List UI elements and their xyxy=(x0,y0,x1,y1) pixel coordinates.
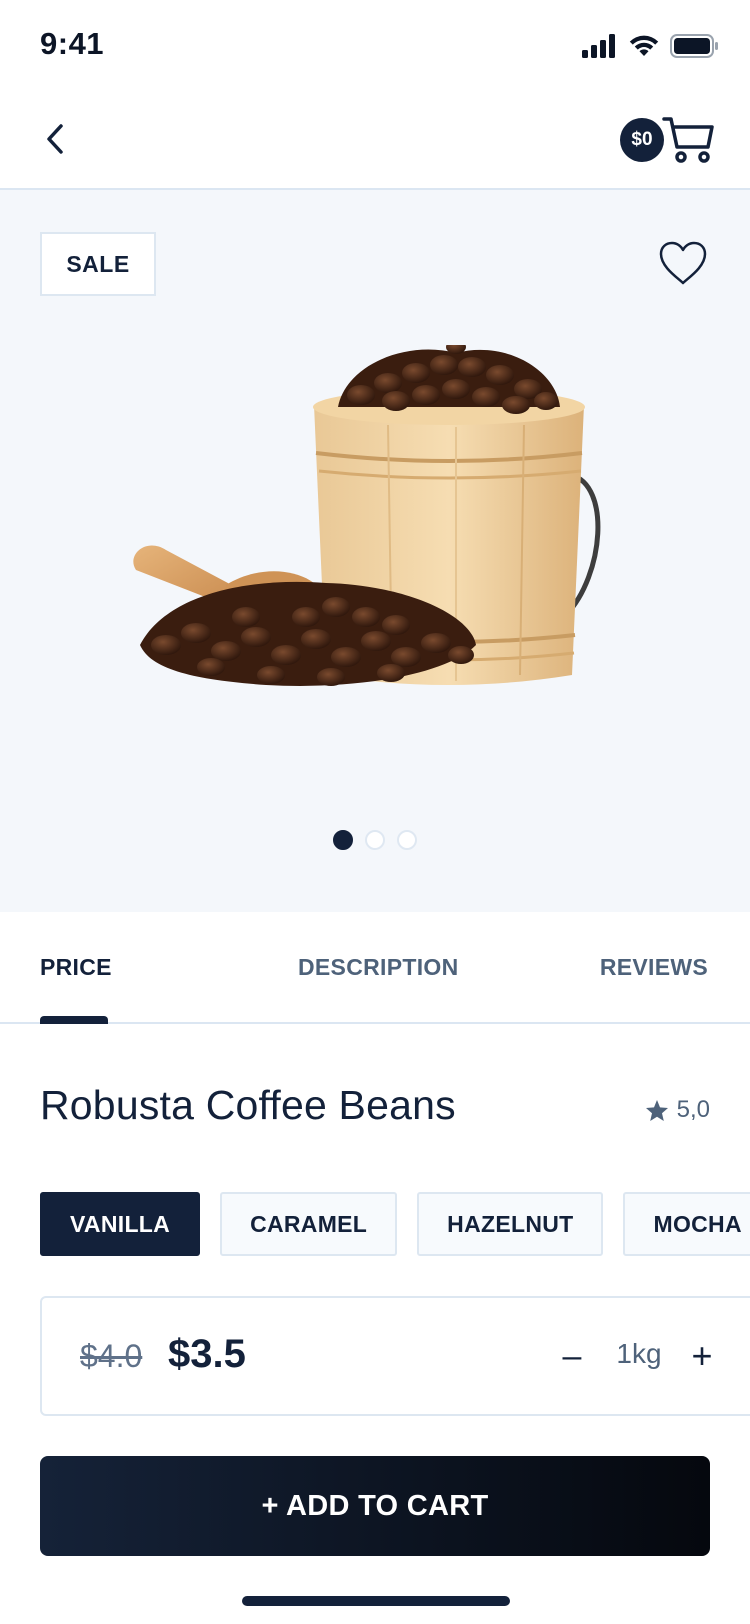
home-indicator xyxy=(242,1596,510,1606)
status-bar: 9:41 xyxy=(0,0,750,92)
flavor-options: VANILLA CARAMEL HAZELNUT MOCHA xyxy=(40,1192,750,1256)
nav-bar: $0 xyxy=(0,92,750,190)
cart-amount-badge: $0 xyxy=(620,118,664,162)
sale-badge: SALE xyxy=(40,232,156,296)
tab-description[interactable]: DESCRIPTION xyxy=(298,954,458,981)
cart-icon xyxy=(662,117,714,163)
cart-button[interactable]: $0 xyxy=(620,112,714,168)
product-hero: SALE xyxy=(0,190,750,912)
active-tab-indicator xyxy=(40,1016,108,1024)
carousel-dot-3[interactable] xyxy=(397,830,417,850)
carousel-dots xyxy=(0,830,750,850)
rating-value: 5,0 xyxy=(676,1096,710,1123)
wifi-icon xyxy=(629,35,659,56)
quantity-decrease-button[interactable]: – xyxy=(552,1328,592,1384)
product-image xyxy=(133,345,601,686)
product-title: Robusta Coffee Beans xyxy=(40,1082,456,1128)
flavor-hazelnut[interactable]: HAZELNUT xyxy=(417,1192,604,1256)
flavor-vanilla[interactable]: VANILLA xyxy=(40,1192,201,1256)
battery-icon xyxy=(670,34,718,58)
old-price: $4.0 xyxy=(80,1338,143,1374)
carousel-dot-2[interactable] xyxy=(365,830,385,850)
carousel-dot-1[interactable] xyxy=(333,830,353,850)
signal-icon xyxy=(582,34,615,58)
product-tabs: PRICE DESCRIPTION REVIEWS xyxy=(0,912,750,1024)
status-icons xyxy=(582,32,718,60)
current-price: $3.5 xyxy=(168,1332,246,1376)
heart-icon[interactable] xyxy=(658,240,708,286)
quantity-increase-button[interactable]: + xyxy=(682,1328,722,1384)
price-card: $4.0 $3.5 – 1kg + xyxy=(40,1296,750,1416)
back-button[interactable] xyxy=(30,114,80,164)
flavor-mocha[interactable]: MOCHA xyxy=(623,1192,750,1256)
status-time: 9:41 xyxy=(40,26,105,61)
star-icon xyxy=(645,1099,668,1121)
back-chevron-icon xyxy=(47,124,63,154)
flavor-caramel[interactable]: CARAMEL xyxy=(220,1192,398,1256)
add-to-cart-button[interactable]: + ADD TO CART xyxy=(40,1456,710,1556)
quantity-value: 1kg xyxy=(616,1338,662,1369)
tab-reviews[interactable]: REVIEWS xyxy=(600,954,708,981)
tab-price[interactable]: PRICE xyxy=(40,954,112,981)
rating: 5,0 xyxy=(645,1096,710,1124)
